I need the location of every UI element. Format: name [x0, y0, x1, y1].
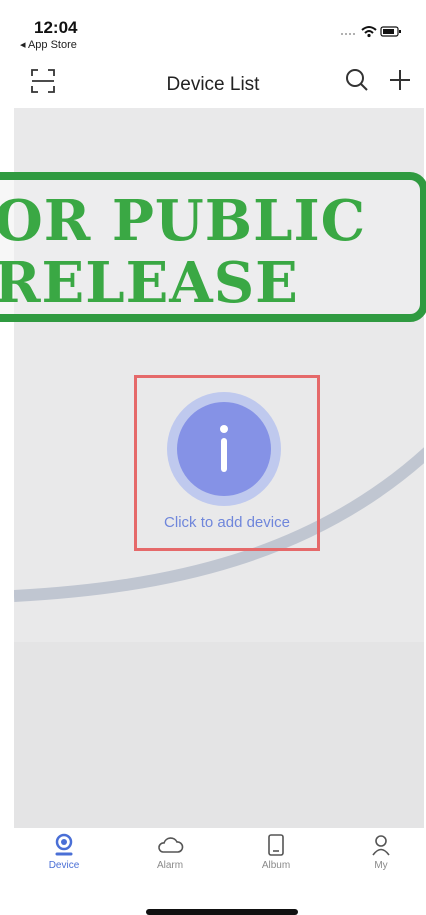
cloud-icon — [158, 837, 184, 853]
search-button[interactable] — [344, 66, 370, 94]
signal-wifi-battery-icon — [341, 26, 401, 38]
status-time: 12:04 — [34, 18, 78, 37]
tab-device-label: Device — [48, 860, 80, 871]
nav-bar: Device List — [0, 56, 426, 108]
home-indicator[interactable] — [146, 909, 298, 915]
info-icon — [220, 425, 228, 472]
person-icon — [372, 835, 390, 856]
device-pin-icon — [55, 833, 73, 856]
plus-icon — [390, 70, 410, 90]
info-circle — [177, 402, 271, 496]
stamp-line-2: RELEASE — [0, 250, 299, 316]
status-bar: 12:04 ◂ App Store — [0, 0, 426, 56]
watermark-stamp: OR PUBLIC RELEASE — [0, 172, 426, 322]
info-halo — [167, 392, 281, 506]
back-to-app-store-link[interactable]: ◂ App Store — [20, 38, 77, 51]
add-button[interactable] — [386, 66, 414, 94]
add-device-button[interactable]: Click to add device — [134, 375, 320, 551]
tab-my[interactable]: My — [341, 832, 421, 884]
stamp-line-1: OR PUBLIC — [0, 188, 367, 254]
tablet-icon — [268, 834, 284, 856]
status-icons — [340, 24, 402, 43]
tab-album[interactable]: Album — [236, 832, 316, 884]
add-device-label: Click to add device — [164, 514, 290, 531]
tab-device[interactable]: Device — [24, 832, 104, 884]
tab-album-label: Album — [261, 860, 291, 871]
tab-alarm-label: Alarm — [156, 860, 184, 871]
tab-my-label: My — [374, 860, 388, 871]
tab-alarm[interactable]: Alarm — [130, 832, 210, 884]
search-icon — [346, 69, 368, 91]
tab-bar: Device Alarm Album My — [0, 828, 426, 888]
